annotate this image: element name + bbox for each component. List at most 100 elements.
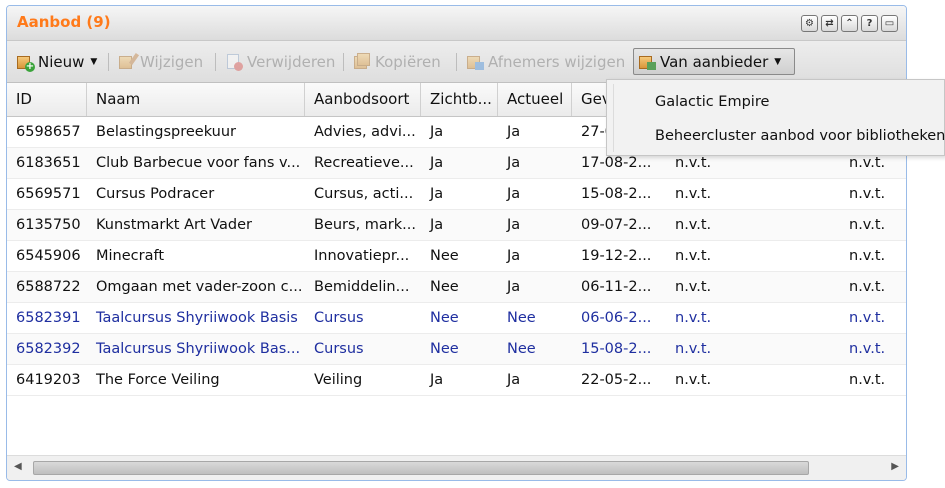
chevron-down-icon: ▼	[774, 56, 782, 67]
cell-id: 6598657	[16, 124, 81, 140]
cell-extra-2: n.v.t.	[849, 186, 886, 202]
column-header-actueel[interactable]: Actueel	[498, 83, 572, 116]
new-button[interactable]: + Nieuw ▼	[11, 48, 102, 75]
from-provider-button[interactable]: Van aanbieder ▼	[633, 48, 795, 75]
cell-aanbodsoort: Innovatiepr...	[314, 248, 410, 264]
cell-extra-2: n.v.t.	[849, 341, 886, 357]
edit-button[interactable]: Wijzigen	[113, 48, 208, 75]
cell-extra-1: n.v.t.	[675, 341, 712, 357]
column-header-zichtbaar[interactable]: Zichtb...	[421, 83, 498, 116]
cell-actueel: Ja	[507, 217, 521, 233]
cell-aanbodsoort: Bemiddelin...	[314, 279, 410, 295]
cell-datum: 06-11-2...	[581, 279, 652, 295]
table-row[interactable]: 6588722 Omgaan met vader-zoon c... Bemid…	[7, 272, 906, 303]
horizontal-scrollbar[interactable]: ◀ ▶	[7, 455, 906, 480]
cell-datum: 09-07-2...	[581, 217, 652, 233]
cell-naam: Club Barbecue voor fans v...	[96, 155, 301, 171]
table-row[interactable]: 6545906 Minecraft Innovatiepr... Nee Ja …	[7, 241, 906, 272]
cell-aanbodsoort: Cursus, acti...	[314, 186, 414, 202]
delete-button-label: Verwijderen	[247, 52, 336, 71]
column-header-naam[interactable]: Naam	[87, 83, 305, 116]
column-header-aanbodsoort[interactable]: Aanbodsoort	[305, 83, 421, 116]
cell-zichtbaar: Nee	[430, 341, 459, 357]
cell-extra-2: n.v.t.	[849, 372, 886, 388]
delete-button[interactable]: Verwijderen	[220, 48, 340, 75]
scrollbar-thumb[interactable]	[33, 461, 809, 475]
toolbar: + Nieuw ▼ Wijzigen Verwijderen Kopiëren …	[7, 41, 906, 83]
scroll-right-icon[interactable]: ▶	[891, 461, 899, 472]
cell-extra-2: n.v.t.	[849, 279, 886, 295]
cell-extra-2: n.v.t.	[849, 217, 886, 233]
cell-zichtbaar: Ja	[430, 155, 444, 171]
menu-item-beheercluster[interactable]: Beheercluster aanbod voor bibliotheken	[607, 119, 945, 153]
cell-datum: 15-08-2...	[581, 341, 652, 357]
cell-id: 6419203	[16, 372, 81, 388]
cell-extra-2: n.v.t.	[849, 310, 886, 326]
cell-extra-1: n.v.t.	[675, 310, 712, 326]
cell-datum: 19-12-2...	[581, 248, 652, 264]
menu-item-galactic-empire[interactable]: Galactic Empire	[607, 85, 944, 119]
edit-button-label: Wijzigen	[140, 52, 204, 71]
cell-aanbodsoort: Beurs, mark...	[314, 217, 416, 233]
cell-actueel: Nee	[507, 341, 536, 357]
cell-id: 6135750	[16, 217, 81, 233]
cell-actueel: Ja	[507, 124, 521, 140]
table-row[interactable]: 6419203 The Force Veiling Veiling Ja Ja …	[7, 365, 906, 396]
document-delete-icon	[225, 53, 243, 71]
cell-zichtbaar: Nee	[430, 248, 459, 264]
toolbar-separator	[343, 53, 344, 71]
cell-datum: 22-05-2...	[581, 372, 652, 388]
package-edit-icon	[118, 52, 140, 71]
help-icon[interactable]: ?	[861, 15, 878, 32]
cell-id: 6582391	[16, 310, 81, 326]
provider-dropdown-menu: Galactic Empire Beheercluster aanbod voo…	[606, 79, 945, 156]
cell-aanbodsoort: Cursus	[314, 310, 364, 326]
cell-zichtbaar: Nee	[430, 279, 459, 295]
cell-actueel: Nee	[507, 310, 536, 326]
gear-icon[interactable]: ⚙	[801, 15, 818, 32]
cell-zichtbaar: Ja	[430, 124, 444, 140]
from-provider-label: Van aanbieder	[660, 52, 769, 71]
cell-id: 6545906	[16, 248, 81, 264]
cell-aanbodsoort: Advies, advi...	[314, 124, 416, 140]
panel-title: Aanbod (9)	[17, 13, 111, 31]
cell-zichtbaar: Ja	[430, 372, 444, 388]
cell-aanbodsoort: Cursus	[314, 341, 364, 357]
cell-naam: Taalcursus Shyriiwook Bas...	[96, 341, 301, 357]
copy-button[interactable]: Kopiëren	[348, 48, 446, 75]
package-add-icon: +	[16, 53, 35, 72]
table-row[interactable]: 6582391 Taalcursus Shyriiwook Basis Curs…	[7, 303, 906, 334]
cell-datum: 15-08-2...	[581, 186, 652, 202]
toolbar-separator	[456, 53, 457, 71]
cell-actueel: Ja	[507, 248, 521, 264]
cell-datum: 06-06-2...	[581, 310, 652, 326]
cell-id: 6582392	[16, 341, 81, 357]
cell-actueel: Ja	[507, 186, 521, 202]
cell-naam: Belastingspreekuur	[96, 124, 236, 140]
collapse-icon[interactable]: ⌃	[841, 15, 858, 32]
cell-naam: Kunstmarkt Art Vader	[96, 217, 253, 233]
maximize-icon[interactable]: ▭	[881, 15, 898, 32]
table-row[interactable]: 6135750 Kunstmarkt Art Vader Beurs, mark…	[7, 210, 906, 241]
table-row[interactable]: 6569571 Cursus Podracer Cursus, acti... …	[7, 179, 906, 210]
cell-naam: Taalcursus Shyriiwook Basis	[96, 310, 298, 326]
cell-zichtbaar: Ja	[430, 217, 444, 233]
package-arrow-icon	[466, 53, 484, 71]
cell-naam: Omgaan met vader-zoon c...	[96, 279, 303, 295]
edit-recipients-button[interactable]: Afnemers wijzigen	[461, 48, 630, 75]
cell-zichtbaar: Ja	[430, 186, 444, 202]
scroll-left-icon[interactable]: ◀	[14, 461, 22, 472]
toolbar-separator	[215, 53, 216, 71]
cell-aanbodsoort: Veiling	[314, 372, 363, 388]
cell-id: 6569571	[16, 186, 81, 202]
cell-extra-1: n.v.t.	[675, 248, 712, 264]
cell-naam: The Force Veiling	[96, 372, 220, 388]
chevron-down-icon: ▼	[90, 56, 98, 67]
column-header-id[interactable]: ID	[7, 83, 87, 116]
cell-extra-1: n.v.t.	[675, 372, 712, 388]
table-row[interactable]: 6582392 Taalcursus Shyriiwook Bas... Cur…	[7, 334, 906, 365]
refresh-icon[interactable]: ⇄	[821, 15, 838, 32]
new-button-label: Nieuw	[38, 52, 85, 71]
edit-recipients-label: Afnemers wijzigen	[488, 52, 626, 71]
cell-extra-2: n.v.t.	[849, 248, 886, 264]
